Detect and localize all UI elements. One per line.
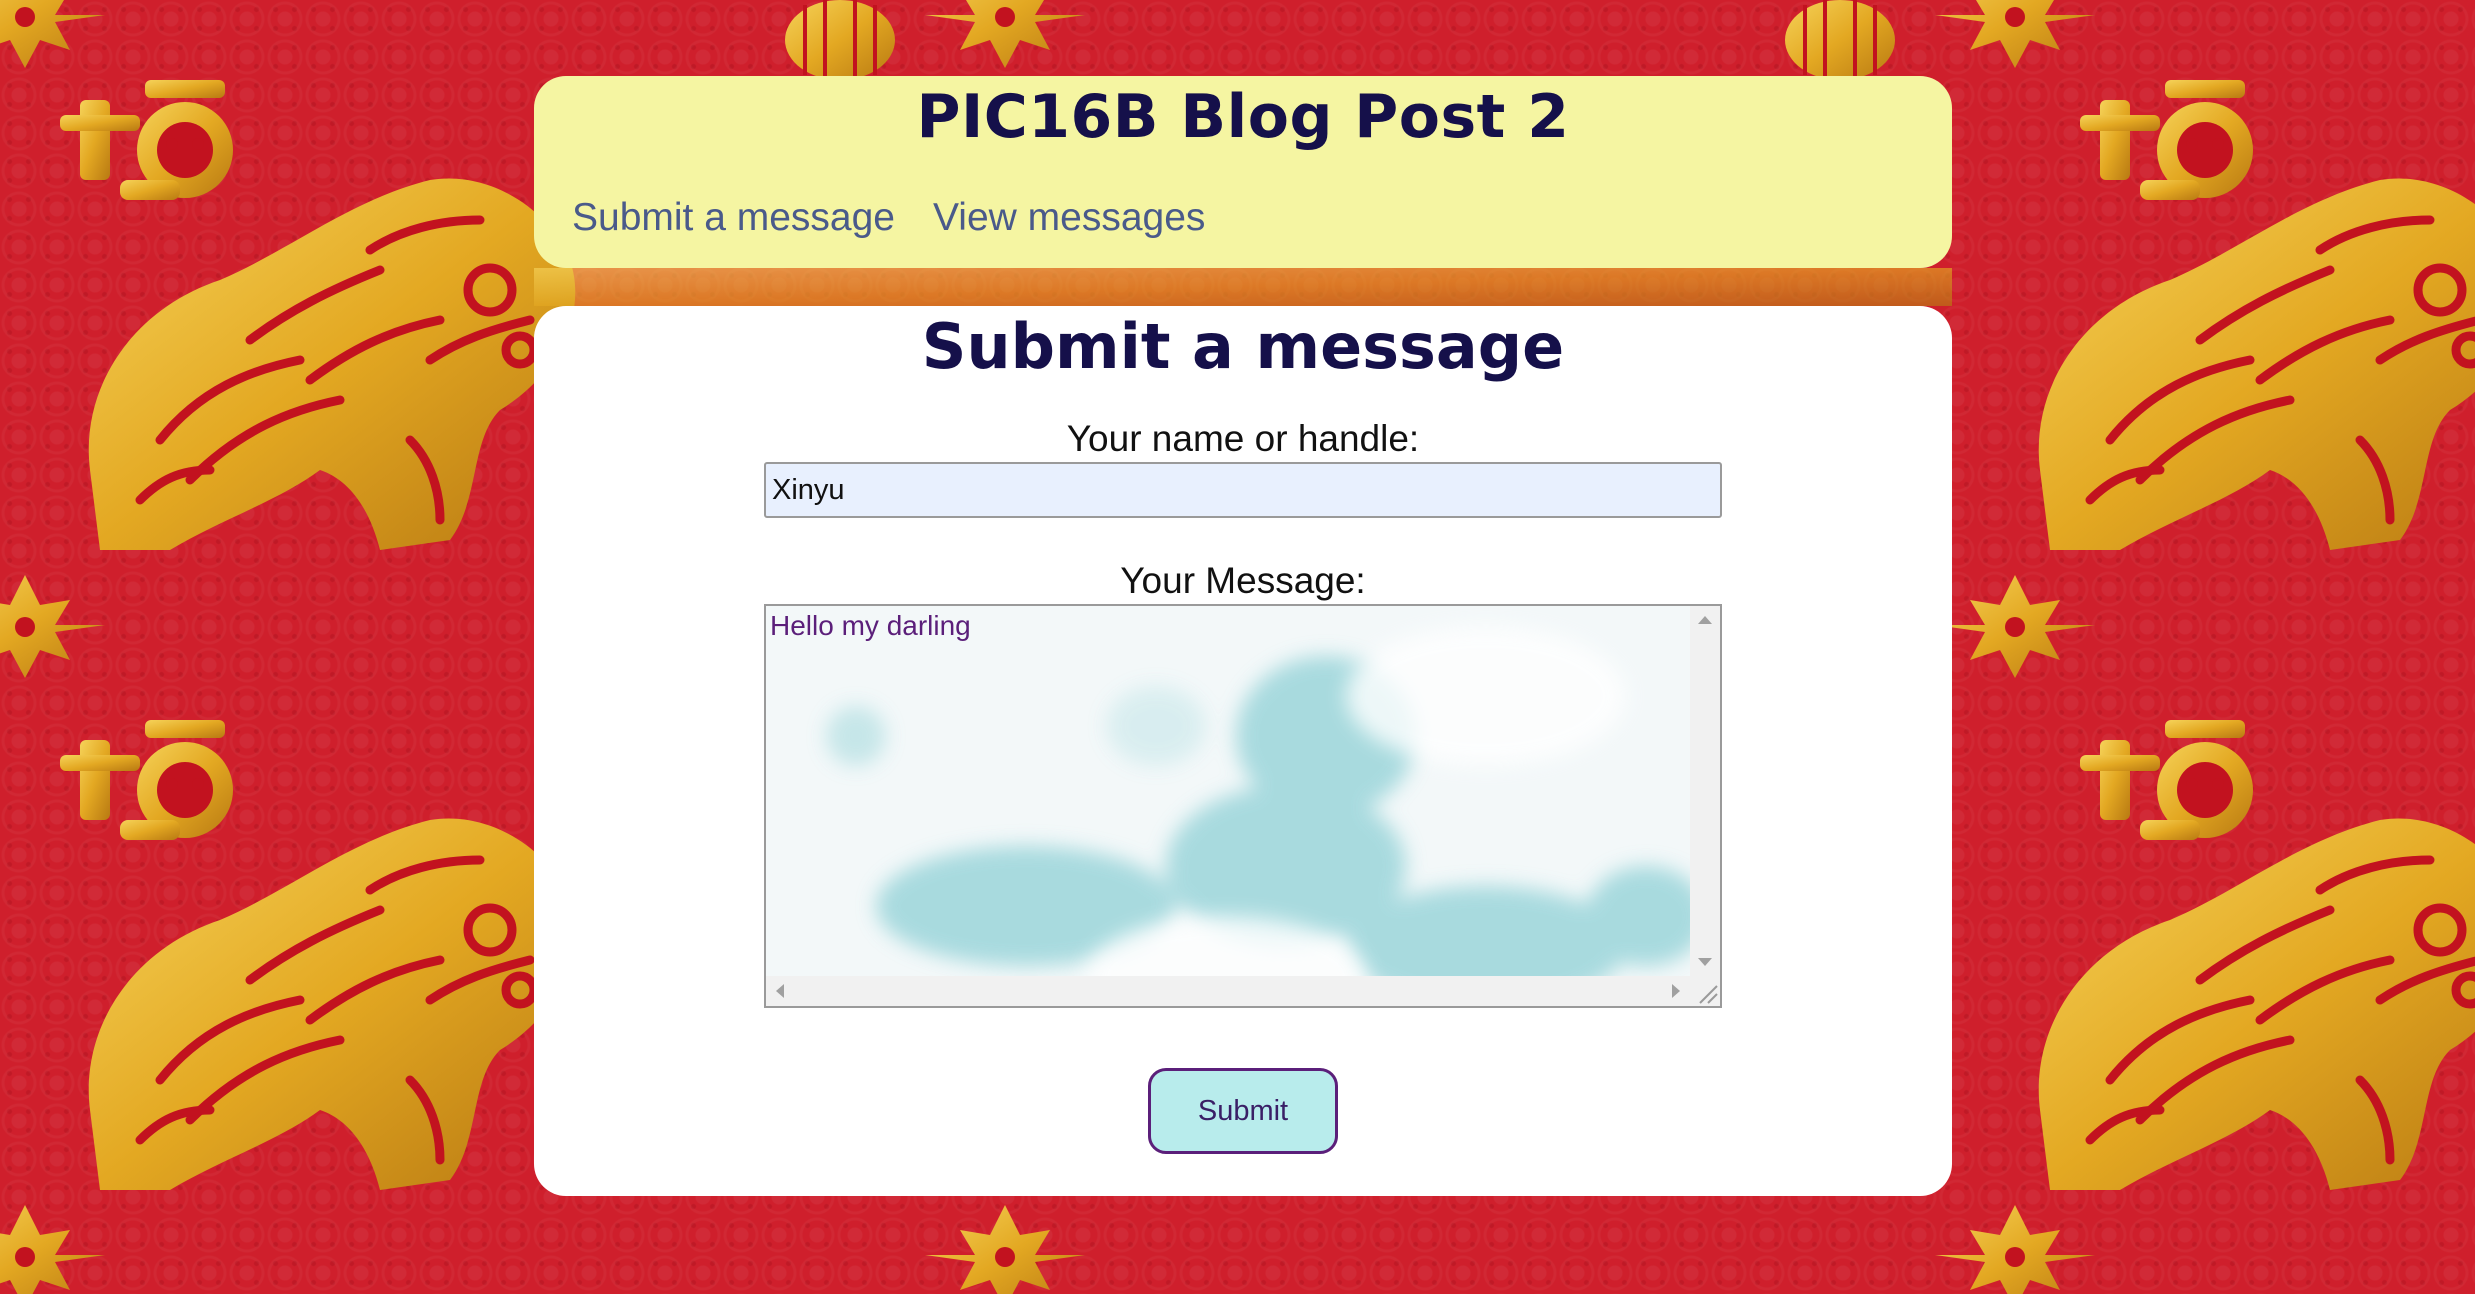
- ornament-decoration: [925, 1205, 1085, 1294]
- lantern-decoration: [1783, 0, 1897, 82]
- message-label: Your Message:: [1120, 560, 1366, 601]
- fu-character-decoration: [60, 80, 233, 200]
- fu-character-decoration: [2080, 80, 2253, 200]
- scroll-up-icon[interactable]: [1698, 616, 1712, 624]
- textarea-background-image: [766, 606, 1690, 976]
- tiger-decoration: [89, 818, 576, 1190]
- submit-button[interactable]: Submit: [1148, 1068, 1338, 1154]
- ornament-decoration: [1935, 0, 2095, 68]
- scroll-right-icon[interactable]: [1672, 984, 1680, 998]
- ornament-decoration: [0, 575, 105, 678]
- message-text[interactable]: Hello my darling: [770, 610, 971, 642]
- nav-link-view-messages[interactable]: View messages: [933, 196, 1205, 240]
- fu-character-decoration: [60, 720, 233, 840]
- name-input[interactable]: [764, 462, 1722, 518]
- ornament-decoration: [1935, 575, 2095, 678]
- main-nav: Submit a message View messages: [572, 196, 1205, 240]
- ornament-decoration: [0, 0, 105, 68]
- resize-grip-lines: [1699, 985, 1718, 1004]
- vertical-scrollbar[interactable]: [1690, 606, 1720, 976]
- message-textarea[interactable]: Hello my darling: [764, 604, 1722, 1008]
- tiger-decoration: [89, 178, 576, 550]
- resize-grip-icon[interactable]: [1690, 976, 1720, 1006]
- ornament-decoration: [925, 0, 1085, 68]
- ornament-decoration: [0, 1205, 105, 1294]
- ornament-decoration: [1935, 1205, 2095, 1294]
- nav-link-submit-message[interactable]: Submit a message: [572, 196, 895, 240]
- name-label: Your name or handle:: [1066, 418, 1420, 459]
- tiger-decoration: [2039, 818, 2475, 1190]
- site-title: PIC16B Blog Post 2: [916, 82, 1570, 152]
- page-title: Submit a message: [921, 310, 1565, 383]
- header-card: PIC16B Blog Post 2 Submit a message View…: [534, 76, 1952, 268]
- lantern-decoration: [783, 0, 897, 82]
- horizontal-scrollbar[interactable]: [766, 976, 1690, 1006]
- scroll-down-icon[interactable]: [1698, 958, 1712, 966]
- submit-message-card: Submit a message Your name or handle: Yo…: [534, 306, 1952, 1196]
- scroll-left-icon[interactable]: [776, 984, 784, 998]
- fu-character-decoration: [2080, 720, 2253, 840]
- tiger-decoration: [2039, 178, 2475, 550]
